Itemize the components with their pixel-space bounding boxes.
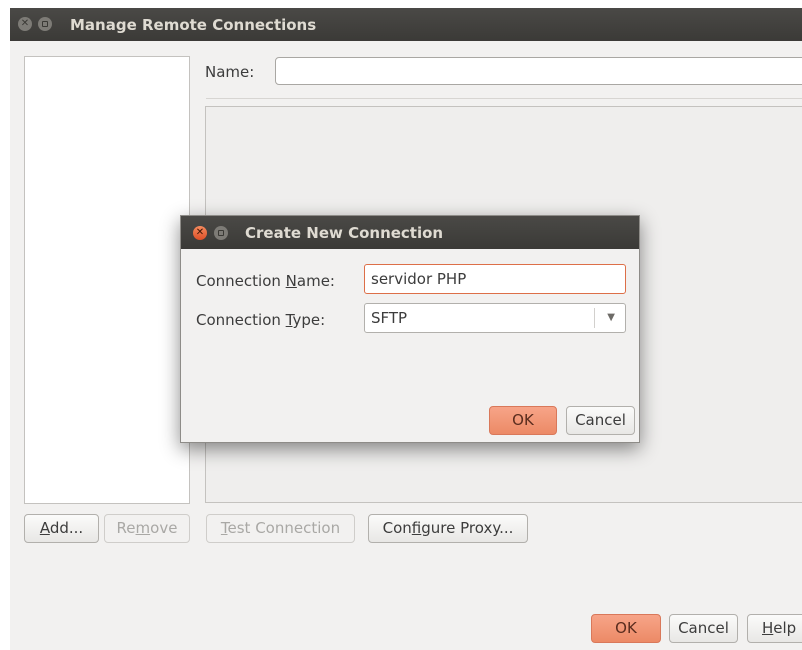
chevron-down-icon: ▼ — [607, 312, 615, 323]
dialog-ok-button[interactable]: OK — [489, 406, 557, 435]
name-label: Name: — [205, 63, 255, 81]
connections-list[interactable] — [24, 56, 190, 504]
window-title: Manage Remote Connections — [70, 16, 317, 34]
close-icon[interactable]: ✕ — [18, 17, 32, 31]
create-new-connection-dialog: ✕ Create New Connection Connection Name:… — [180, 215, 640, 443]
help-button[interactable]: Help — [747, 614, 802, 643]
close-icon[interactable]: ✕ — [193, 226, 207, 240]
connection-name-label: Connection Name: — [196, 272, 335, 290]
minimize-icon[interactable] — [38, 17, 52, 31]
ok-button[interactable]: OK — [591, 614, 661, 643]
connection-type-value: SFTP — [371, 309, 408, 327]
divider — [206, 98, 802, 99]
minimize-icon[interactable] — [214, 226, 228, 240]
connection-type-label: Connection Type: — [196, 311, 326, 329]
add-button[interactable]: Add... — [24, 514, 99, 543]
name-input[interactable] — [275, 57, 802, 85]
dropdown-separator — [594, 308, 595, 328]
test-connection-button[interactable]: Test Connection — [206, 514, 355, 543]
cancel-button[interactable]: Cancel — [669, 614, 738, 643]
remove-button[interactable]: Remove — [104, 514, 190, 543]
dialog-title: Create New Connection — [245, 224, 444, 242]
dialog-cancel-button[interactable]: Cancel — [566, 406, 635, 435]
configure-proxy-button[interactable]: Configure Proxy... — [368, 514, 528, 543]
connection-name-input[interactable]: servidor PHP — [364, 264, 626, 294]
window-titlebar[interactable]: ✕ Manage Remote Connections — [10, 8, 802, 41]
connection-type-select[interactable]: SFTP ▼ — [364, 303, 626, 333]
dialog-titlebar[interactable]: ✕ Create New Connection — [181, 216, 639, 249]
